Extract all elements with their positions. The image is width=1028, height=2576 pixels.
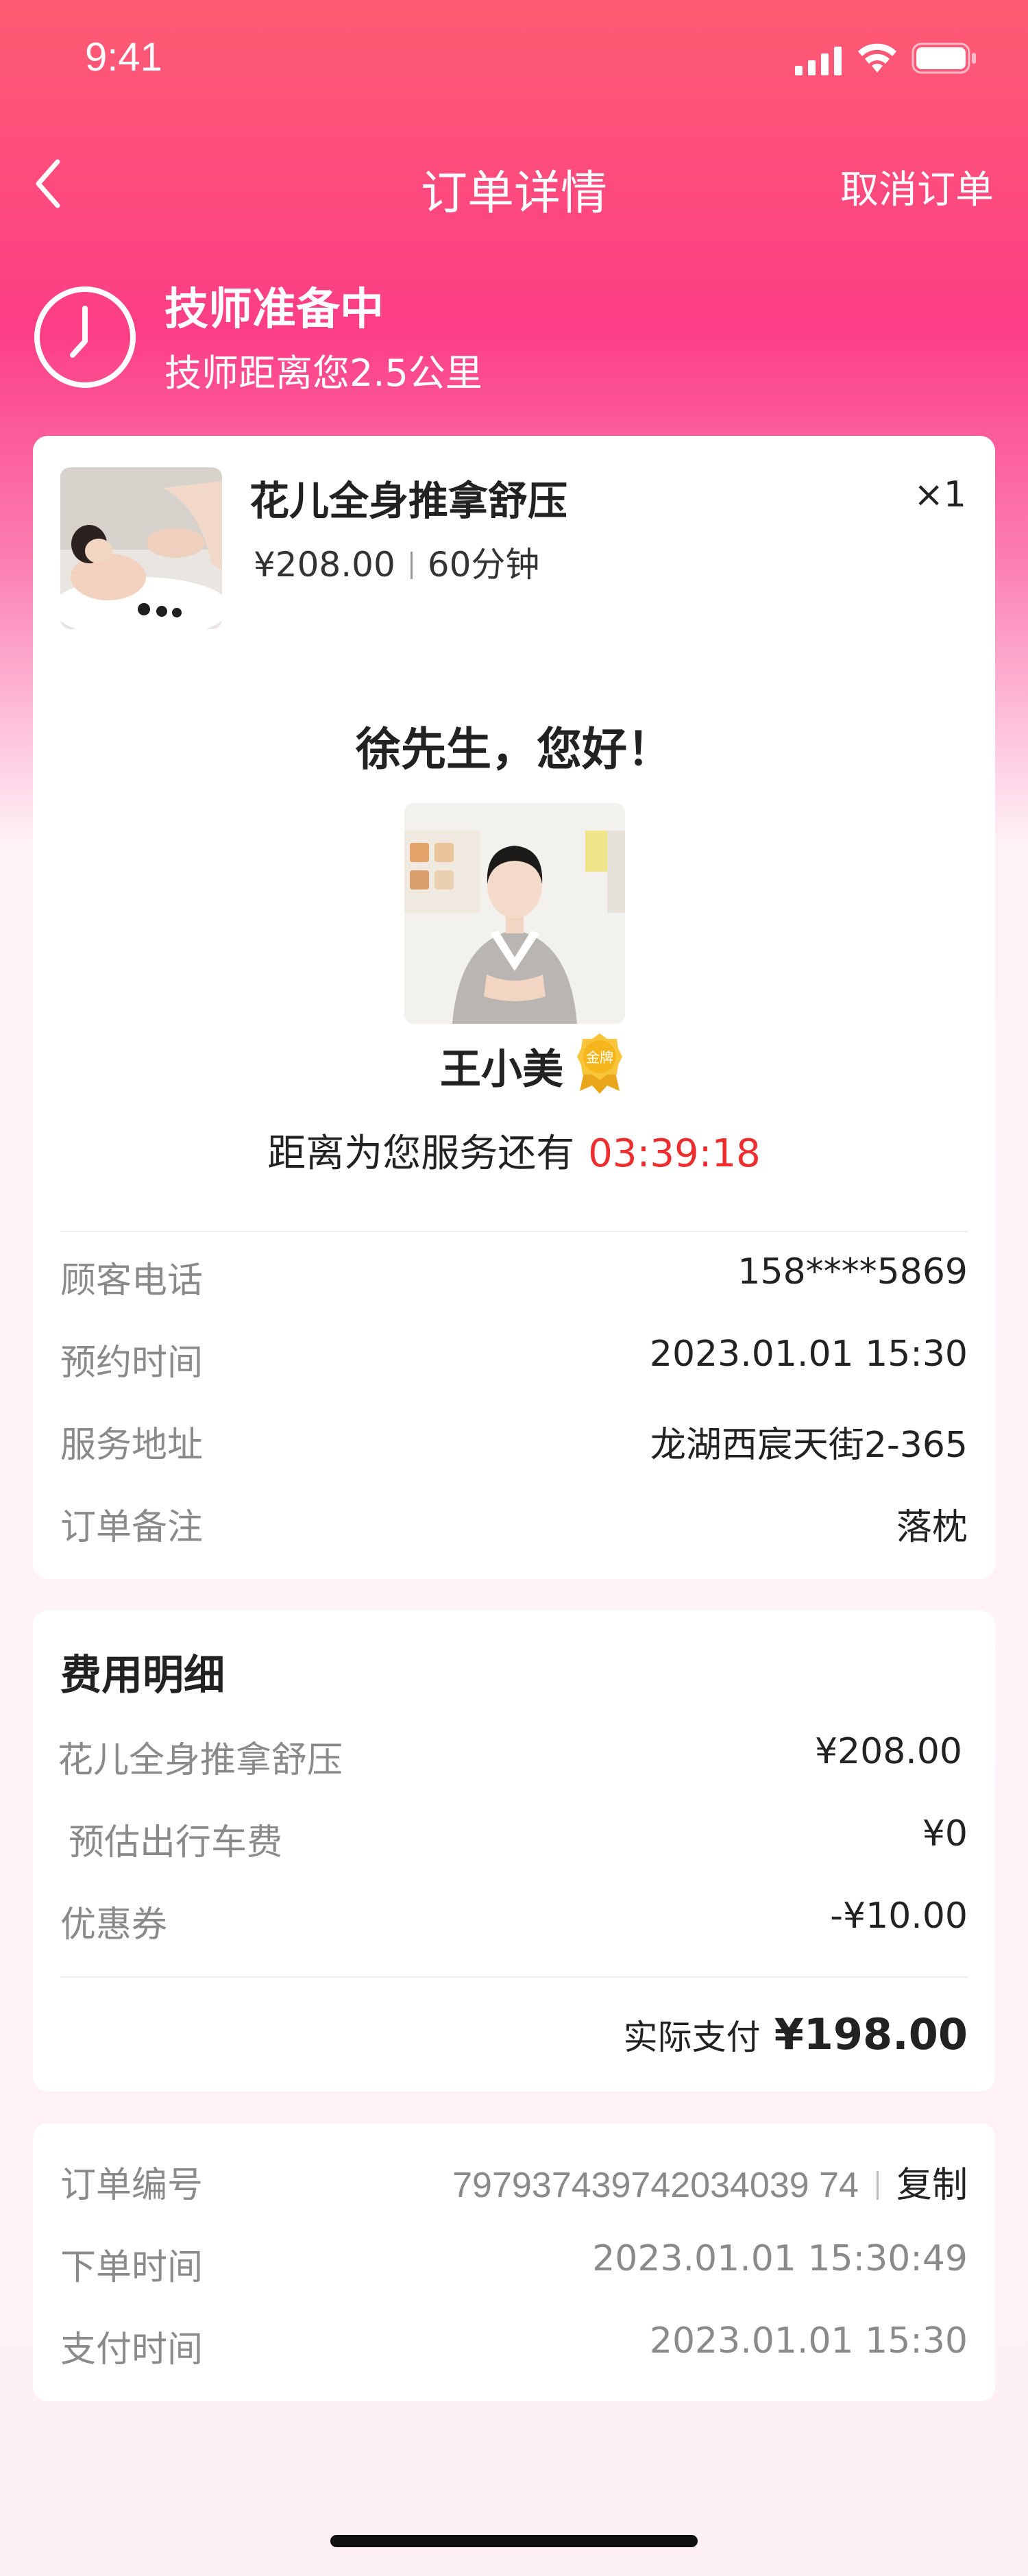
order-note: 落枕 <box>896 1507 968 1548</box>
info-label: 顾客电话 <box>60 1260 204 1301</box>
status-time: 9:41 <box>85 35 162 79</box>
countdown-label: 距离为您服务还有 <box>267 1131 575 1176</box>
info-row-phone: 顾客电话 158****5869 <box>60 1251 968 1306</box>
technician-distance: 技师距离您2.5公里 <box>164 352 482 395</box>
order-info-card: 订单编号 797937439742034039 74 复制 下单时间 2023.0… <box>33 2123 995 2401</box>
order-created-label: 下单时间 <box>60 2247 204 2288</box>
fee-label: 预估出行车费 <box>69 1822 283 1863</box>
order-paid-row: 支付时间 2023.01.01 15:30 <box>60 2320 968 2375</box>
total-amount: ¥198.00 <box>774 2009 968 2059</box>
info-label: 订单备注 <box>60 1507 204 1548</box>
info-label: 预约时间 <box>60 1342 204 1384</box>
copy-button[interactable]: 复制 <box>896 2165 968 2206</box>
greeting-text: 徐先生，您好！ <box>356 723 672 776</box>
product-quantity: ×1 <box>914 474 966 515</box>
technician-name: 王小美 <box>440 1046 563 1094</box>
technician-photo[interactable] <box>404 803 625 1024</box>
nav-bar: 订单详情 取消订单 <box>0 137 1028 226</box>
signal-icon <box>795 47 842 75</box>
divider <box>60 1976 968 1978</box>
order-paid-label: 支付时间 <box>60 2329 204 2370</box>
home-indicator[interactable] <box>330 2535 698 2547</box>
order-main-card: 花儿全身推拿舒压 ¥208.00 60分钟 ×1 徐先生，您好！ 王小美 金牌 <box>33 436 995 1579</box>
fee-row-travel: 预估出行车费 ¥0 <box>69 1813 968 1868</box>
fee-row-coupon: 优惠券 -¥10.00 <box>60 1896 968 1950</box>
gold-medal-icon: 金牌 <box>577 1033 622 1094</box>
order-number-group: 797937439742034039 74 复制 <box>452 2156 968 2207</box>
info-row-appointment: 预约时间 2023.01.01 15:30 <box>60 1334 968 1388</box>
order-created-time: 2023.01.01 15:30:49 <box>592 2238 968 2279</box>
copy-divider <box>876 2171 879 2200</box>
info-label: 服务地址 <box>60 1425 204 1466</box>
fee-details-card: 费用明细 花儿全身推拿舒压 ¥208.00 预估出行车费 ¥0 优惠券 -¥10… <box>33 1610 995 2092</box>
appointment-time: 2023.01.01 15:30 <box>649 1334 968 1375</box>
total-payment: 实际支付 ¥198.00 <box>624 2009 968 2059</box>
fees-title: 费用明细 <box>60 1652 225 1700</box>
wifi-icon <box>858 43 896 73</box>
order-number-row: 订单编号 797937439742034039 74 复制 <box>60 2156 968 2211</box>
order-number-label: 订单编号 <box>60 2165 204 2206</box>
status-title: 技师准备中 <box>164 284 384 335</box>
battery-icon <box>911 42 976 74</box>
fee-label: 优惠券 <box>60 1904 168 1946</box>
info-row-address: 服务地址 龙湖西宸天街2-365 <box>60 1416 968 1471</box>
fee-label: 花儿全身推拿舒压 <box>58 1740 343 1781</box>
fee-value: ¥0 <box>922 1813 968 1854</box>
countdown-value: 03:39:18 <box>588 1131 761 1176</box>
info-row-note: 订单备注 落枕 <box>60 1498 968 1553</box>
order-paid-time: 2023.01.01 15:30 <box>649 2320 968 2362</box>
product-duration: 60分钟 <box>427 545 540 585</box>
order-number: 797937439742034039 74 <box>452 2166 859 2205</box>
fee-value: -¥10.00 <box>830 1896 968 1937</box>
meta-divider <box>410 552 413 579</box>
fee-row-service: 花儿全身推拿舒压 ¥208.00 <box>58 1731 965 1786</box>
total-label: 实际支付 <box>623 2017 761 2057</box>
badge-label: 金牌 <box>586 1049 613 1066</box>
fee-value: ¥208.00 <box>814 1731 962 1772</box>
order-created-row: 下单时间 2023.01.01 15:30:49 <box>60 2238 968 2293</box>
product-meta: ¥208.00 60分钟 <box>254 537 539 587</box>
product-price: ¥208.00 <box>254 545 395 585</box>
clock-icon <box>34 286 136 388</box>
product-image[interactable] <box>60 467 222 629</box>
service-countdown: 距离为您服务还有 03:39:18 <box>33 1123 995 1178</box>
customer-phone[interactable]: 158****5869 <box>737 1251 968 1292</box>
status-bar: 9:41 <box>0 0 1028 123</box>
order-status-header: 技师准备中 技师距离您2.5公里 <box>33 274 992 397</box>
product-name: 花儿全身推拿舒压 <box>249 478 568 524</box>
divider <box>60 1231 968 1232</box>
cancel-order-button[interactable]: 取消订单 <box>840 159 994 214</box>
service-address: 龙湖西宸天街2-365 <box>650 1425 968 1466</box>
